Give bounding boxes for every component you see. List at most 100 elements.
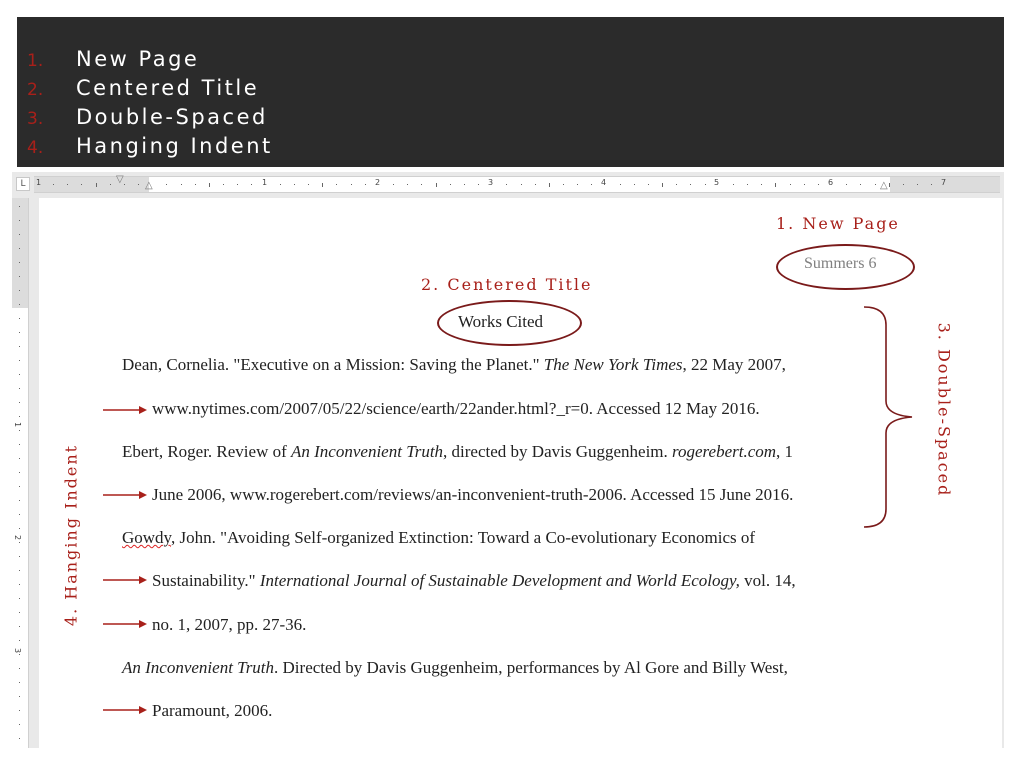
ruler-tick — [902, 184, 904, 185]
ruler-tick — [308, 184, 310, 185]
ruler-number: 7 — [941, 178, 947, 187]
vertical-ruler-tick — [19, 598, 20, 599]
header-item-centered-title: 2. Centered Title — [27, 74, 273, 103]
ruler-tick — [563, 184, 564, 185]
ruler-number: 1 — [36, 178, 42, 187]
ruler-number: 6 — [828, 178, 834, 187]
right-indent-marker[interactable]: △ — [880, 180, 888, 191]
misspelled-word[interactable]: Gowdy — [122, 528, 171, 547]
vertical-ruler-tick — [19, 318, 20, 319]
vertical-ruler-tick — [19, 696, 20, 697]
vertical-ruler-tick — [19, 402, 20, 403]
entry-text: Ebert, Roger. Review of — [122, 442, 292, 461]
entry-italic-text: An Inconvenient Truth — [122, 658, 275, 677]
double-spaced-brace — [863, 306, 913, 528]
vertical-ruler-tick — [19, 584, 20, 585]
ruler-tick — [577, 184, 579, 185]
ruler-tick — [846, 184, 848, 185]
ruler-tick — [421, 184, 423, 185]
ruler-tick — [336, 184, 338, 185]
ruler-tick — [931, 184, 933, 185]
vertical-ruler[interactable]: 1 2 3 — [12, 198, 29, 748]
entry-line: June 2006, www.rogerebert.com/reviews/an… — [152, 485, 794, 504]
ruler-tick — [435, 183, 437, 187]
vertical-ruler-tick — [19, 374, 20, 375]
entry-text: , John. "Avoiding Self-organized Extinct… — [170, 528, 756, 547]
first-line-indent-marker[interactable]: ▽ — [116, 174, 124, 185]
page-gutter-right — [1002, 198, 1004, 748]
vertical-ruler-tick — [19, 528, 20, 529]
entry-text: , directed by Davis Guggenheim. — [443, 442, 673, 461]
ruler-tick — [293, 184, 295, 185]
ruler-tick — [109, 184, 111, 185]
ruler-tick — [534, 184, 536, 185]
ruler-tick — [548, 183, 550, 187]
entry-italic-text: rogerebert.com — [672, 442, 777, 461]
vertical-ruler-number: 2 — [13, 534, 23, 541]
header-item-hanging-indent: 4. Hanging Indent — [27, 132, 273, 161]
page-gutter — [29, 198, 39, 748]
ruler-tick — [860, 184, 862, 185]
ruler-tick — [633, 184, 635, 185]
header-item-label: Hanging Indent — [76, 134, 273, 158]
ruler-number: 2 — [375, 178, 381, 187]
ruler-tick — [67, 184, 69, 185]
entry-italic-text: An Inconvenient Truth — [291, 442, 444, 461]
annotation-hanging-indent-container: 4. Hanging Indent — [61, 440, 81, 630]
ruler-tick — [166, 184, 168, 185]
vertical-ruler-tick — [19, 682, 20, 683]
hanging-indent-arrow — [103, 620, 147, 628]
tab-selector-button[interactable]: L — [16, 177, 30, 191]
ruler-tick — [123, 184, 125, 185]
ruler-tick — [506, 184, 508, 185]
ruler-tick — [364, 184, 366, 185]
entry-line: Dean, Cornelia. "Executive on a Mission:… — [122, 355, 786, 375]
horizontal-ruler[interactable]: 1 1 2 3 4 5 6 7 ▽ △ △ — [34, 174, 1000, 193]
ruler-tick — [888, 183, 890, 187]
vertical-ruler-tick — [19, 304, 20, 305]
vertical-ruler-tick — [19, 668, 20, 669]
ruler-tick — [704, 184, 706, 185]
entry-text: , 22 May 2007, — [682, 355, 786, 374]
vertical-ruler-tick — [19, 654, 20, 655]
ruler-tick — [322, 183, 324, 187]
entry-line: An Inconvenient Truth. Directed by Davis… — [122, 658, 788, 678]
ruler-number: 4 — [601, 178, 607, 187]
ruler-tick — [647, 184, 649, 185]
ruler-tick — [180, 184, 182, 185]
ruler-tick — [223, 184, 225, 185]
ruler-tick — [662, 183, 664, 187]
vertical-ruler-tick — [19, 626, 20, 627]
vertical-ruler-tick — [19, 430, 20, 431]
ruler-tick — [81, 184, 83, 185]
entry-line: no. 1, 2007, pp. 27-36. — [152, 615, 307, 634]
ruler-number: 1 — [262, 178, 268, 187]
header-item-new-page: 1. New Page — [27, 45, 273, 74]
vertical-ruler-tick — [19, 500, 20, 501]
ruler-tick — [138, 184, 140, 185]
vertical-ruler-tick — [19, 542, 20, 543]
ruler-tick — [690, 184, 692, 185]
ruler-tick — [463, 184, 465, 185]
ruler-tick — [917, 184, 919, 185]
entry-line: Ebert, Roger. Review of An Inconvenient … — [122, 442, 793, 462]
ruler-tick — [789, 184, 791, 185]
ruler-tick — [520, 184, 522, 185]
vertical-ruler-tick — [19, 360, 20, 361]
vertical-ruler-tick — [19, 570, 20, 571]
hanging-indent-marker[interactable]: △ — [145, 180, 153, 191]
ruler-tick — [591, 184, 593, 185]
vertical-ruler-tick — [19, 444, 20, 445]
vertical-ruler-number: 3 — [13, 647, 23, 654]
vertical-ruler-tick — [19, 640, 20, 641]
ruler-number: 5 — [714, 178, 720, 187]
vertical-ruler-tick — [19, 724, 20, 725]
ruler-tick — [775, 183, 777, 187]
vertical-ruler-tick — [19, 738, 20, 739]
ruler-tick — [478, 184, 480, 185]
hanging-indent-arrow — [103, 576, 147, 584]
vertical-ruler-tick — [19, 262, 20, 263]
entry-text: Sustainability." — [152, 571, 260, 590]
ruler-tick — [194, 184, 196, 185]
header-item-number: 2. — [27, 80, 44, 100]
